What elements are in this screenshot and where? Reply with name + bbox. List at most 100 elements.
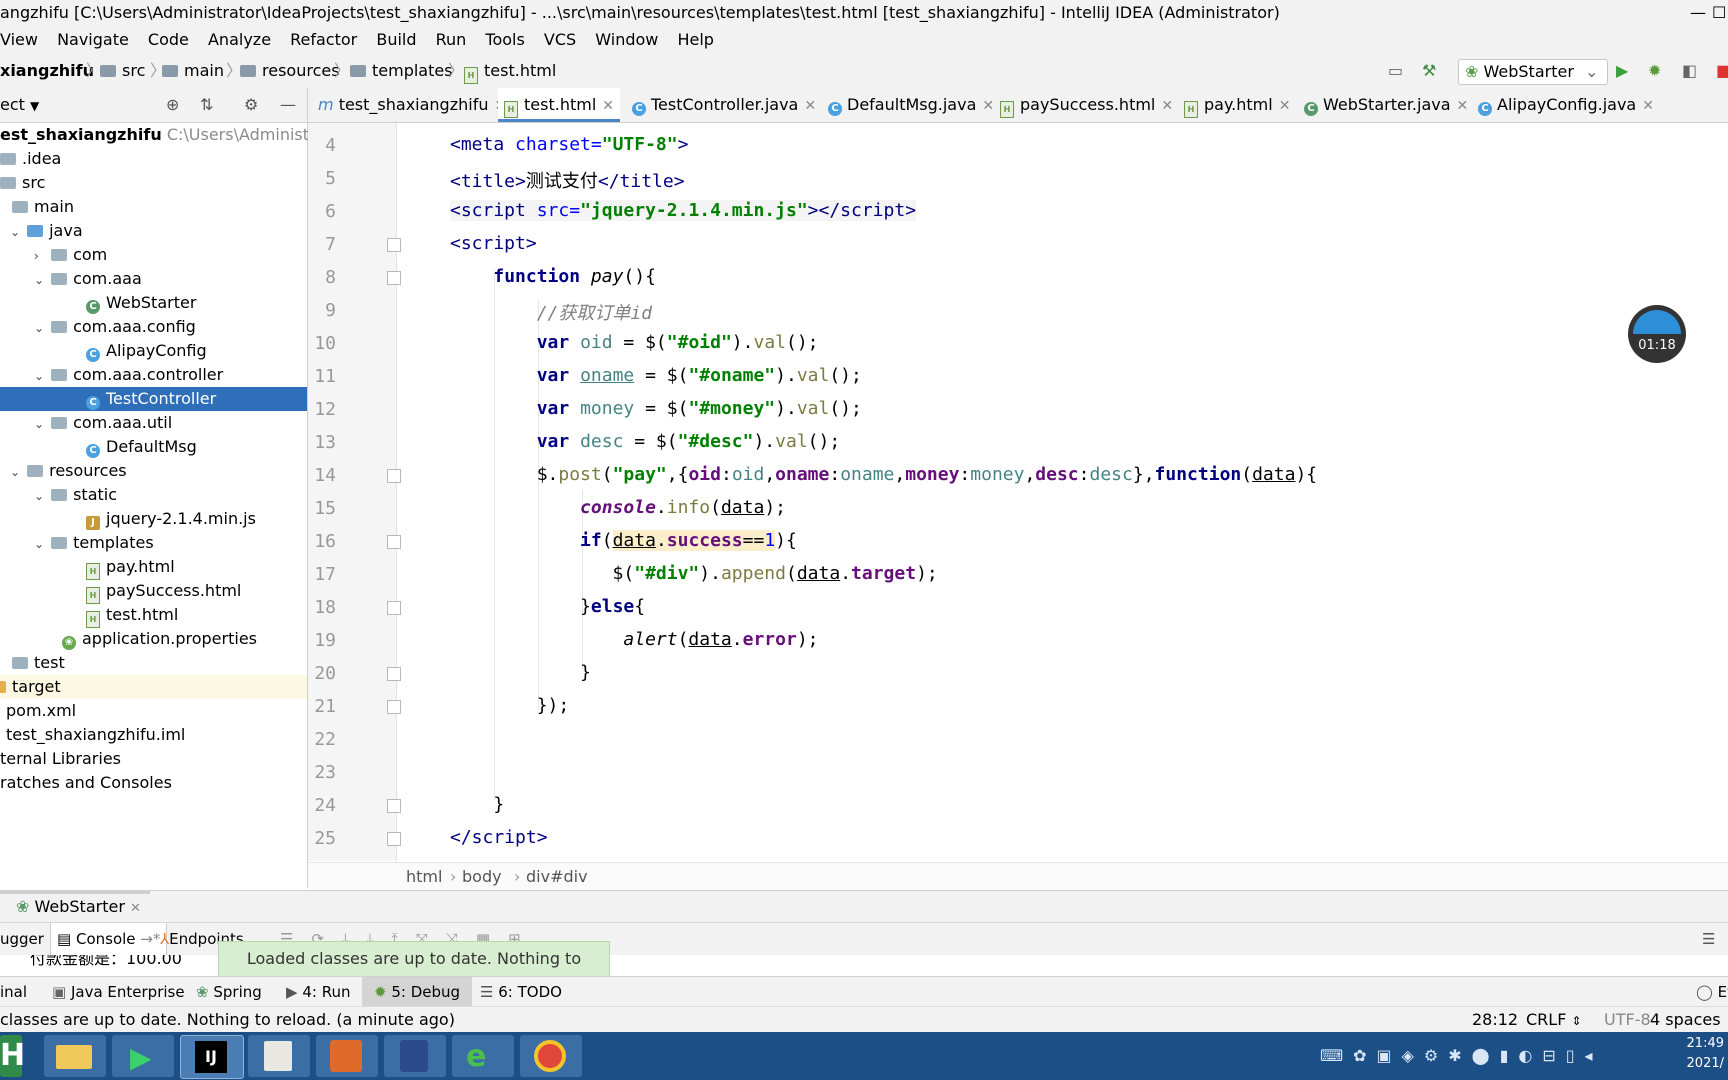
menu-refactor[interactable]: Refactor	[290, 26, 357, 54]
menu-vcs[interactable]: VCS	[544, 26, 576, 54]
fold-marker[interactable]	[387, 832, 401, 846]
tree-item-paysuccess-html[interactable]: HpaySuccess.html	[0, 579, 307, 604]
close-icon[interactable]: ✕	[602, 98, 614, 114]
caret-position[interactable]: 28:12	[1472, 1007, 1518, 1033]
chrome-icon[interactable]	[520, 1035, 582, 1077]
tree-item-src[interactable]: src	[0, 171, 307, 195]
close-icon[interactable]: ✕	[804, 98, 816, 114]
menu-view[interactable]: View	[0, 26, 38, 54]
tree-item-com-aaa-config[interactable]: ⌄ com.aaa.config	[0, 315, 307, 339]
tool-spring[interactable]: ❀ Spring	[196, 977, 262, 1007]
crumb-src[interactable]: src	[100, 54, 145, 88]
tree-item-application-properties[interactable]: ❀ application.properties	[0, 627, 307, 651]
maximize-icon[interactable]: ☐	[1712, 0, 1726, 26]
menu-icon[interactable]: ☰	[1702, 923, 1715, 955]
project-view-select[interactable]: ect ▼	[0, 88, 39, 123]
collapse-icon[interactable]: ⇅	[200, 88, 213, 122]
menu-tools[interactable]: Tools	[485, 26, 524, 54]
tree-item-main[interactable]: main	[0, 195, 307, 219]
tree-root[interactable]: est_shaxiangzhifu C:\Users\Administrator…	[0, 123, 358, 147]
tree-item-java[interactable]: ⌄ java	[0, 219, 307, 243]
tree-item-pay-html[interactable]: Hpay.html	[0, 555, 307, 580]
tree-item-testcontroller[interactable]: C TestController	[0, 387, 307, 411]
crumb-resources[interactable]: resources	[240, 54, 340, 88]
tab-paysuccess[interactable]: HpaySuccess.html ✕	[994, 88, 1179, 122]
tree-item-templates[interactable]: ⌄ templates	[0, 531, 307, 555]
tab-alipayconfig[interactable]: C AlipayConfig.java ✕	[1472, 88, 1660, 122]
tab-pay-html[interactable]: Hpay.html ✕	[1178, 88, 1296, 122]
code-editor[interactable]	[397, 123, 1728, 861]
close-icon[interactable]: ✕	[982, 98, 994, 114]
ie-browser-icon[interactable]: e	[452, 1035, 514, 1077]
tree-item-test[interactable]: test	[0, 651, 307, 675]
hide-icon[interactable]: —	[280, 88, 296, 122]
crumb-templates[interactable]: templates	[350, 54, 453, 88]
fold-marker[interactable]	[387, 238, 401, 252]
line-separator[interactable]: CRLF ⇕	[1526, 1007, 1582, 1034]
notepad-icon[interactable]	[248, 1035, 310, 1077]
stop-icon[interactable]: ■	[1716, 54, 1728, 88]
status-message[interactable]: classes are up to date. Nothing to reloa…	[0, 1007, 455, 1033]
minimize-icon[interactable]: —	[1690, 0, 1706, 26]
fold-marker[interactable]	[387, 700, 401, 714]
system-tray-icons[interactable]: ⌨✿▣◈⚙✱⬤▮◐⊟▯◂	[1320, 1046, 1603, 1065]
shield-app-icon[interactable]	[384, 1035, 446, 1077]
menu-navigate[interactable]: Navigate	[57, 26, 129, 54]
tab-console[interactable]: ▤ Console →*	[50, 923, 168, 955]
debug-icon[interactable]: ✹	[1648, 54, 1661, 88]
menu-analyze[interactable]: Analyze	[208, 26, 271, 54]
file-encoding[interactable]: UTF-8	[1604, 1007, 1651, 1033]
run-icon[interactable]: ▶	[1616, 54, 1628, 88]
tree-item-target[interactable]: target	[0, 675, 307, 699]
reload-notification[interactable]: Loaded classes are up to date. Nothing t…	[218, 941, 610, 1002]
taskbar-clock[interactable]: 21:49 2021/	[1687, 1034, 1724, 1074]
coverage-icon[interactable]: ◧	[1682, 54, 1697, 88]
crumb-file[interactable]: Htest.html	[464, 54, 556, 88]
explorer-icon[interactable]	[44, 1035, 106, 1077]
crumb-project[interactable]: xiangzhifu	[0, 54, 94, 88]
close-icon[interactable]: ✕	[1457, 98, 1469, 114]
fold-marker[interactable]	[387, 469, 401, 483]
breadcrumb-html[interactable]: html	[406, 863, 442, 891]
tree-item-com-aaa-util[interactable]: ⌄ com.aaa.util	[0, 411, 307, 435]
tree-item-external-libraries[interactable]: ternal Libraries	[0, 747, 307, 771]
tree-item-scratches[interactable]: ratches and Consoles	[0, 771, 307, 795]
tree-item-resources[interactable]: ⌄ resources	[0, 459, 307, 483]
crumb-main[interactable]: main	[162, 54, 224, 88]
tree-item-idea[interactable]: .idea	[0, 147, 307, 171]
tab-test-shaxiangzhifu[interactable]: m test_shaxiangzhifu✕	[312, 88, 512, 122]
start-button[interactable]: H	[0, 1035, 25, 1077]
tree-item-webstarter[interactable]: C WebStarter	[0, 291, 307, 315]
tree-item-com[interactable]: › com	[0, 243, 307, 267]
recording-timer[interactable]: 01:18	[1628, 305, 1686, 363]
menu-code[interactable]: Code	[148, 26, 189, 54]
run-config-select[interactable]: ❀ WebStarter ⌄	[1458, 59, 1608, 85]
menu-run[interactable]: Run	[436, 26, 467, 54]
close-icon[interactable]: ✕	[1279, 98, 1291, 114]
fold-marker[interactable]	[387, 799, 401, 813]
tab-webstarter[interactable]: C WebStarter.java ✕	[1298, 88, 1474, 122]
fold-marker[interactable]	[387, 601, 401, 615]
build-hammer-icon[interactable]: ⚒	[1422, 54, 1436, 88]
menu-help[interactable]: Help	[677, 26, 713, 54]
fold-marker[interactable]	[387, 667, 401, 681]
tree-item-iml[interactable]: test_shaxiangzhifu.iml	[0, 723, 307, 747]
tool-java-enterprise[interactable]: ▣ Java Enterprise	[52, 977, 185, 1007]
tool-debug[interactable]: ✹ 5: Debug	[362, 977, 473, 1007]
network-app-icon[interactable]	[316, 1035, 378, 1077]
tool-terminal[interactable]: inal	[0, 977, 27, 1007]
tree-item-static[interactable]: ⌄ static	[0, 483, 307, 507]
gear-icon[interactable]: ⚙	[244, 88, 258, 122]
tool-run[interactable]: ▶ 4: Run	[286, 977, 350, 1007]
tool-event-log[interactable]: ◯ Ev	[1696, 977, 1728, 1007]
tab-debugger[interactable]: ugger	[0, 923, 44, 955]
indent-setting[interactable]: 4 spaces ⇕	[1650, 1007, 1728, 1034]
tab-testcontroller[interactable]: C TestController.java ✕	[626, 88, 822, 122]
tree-item-test-html[interactable]: Htest.html	[0, 603, 307, 628]
tree-item-com-aaa[interactable]: ⌄ com.aaa	[0, 267, 307, 291]
intellij-icon[interactable]: IJ	[180, 1035, 244, 1079]
menu-build[interactable]: Build	[376, 26, 416, 54]
menu-window[interactable]: Window	[595, 26, 658, 54]
tree-item-defaultmsg[interactable]: C DefaultMsg	[0, 435, 307, 459]
tree-item-alipayconfig[interactable]: C AlipayConfig	[0, 339, 307, 363]
